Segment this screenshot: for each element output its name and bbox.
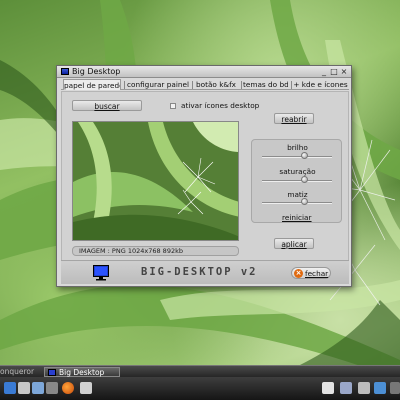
window-footer: BIG-DESKTOP v2 × fechar [61,260,349,284]
saturation-label: saturação [279,167,316,176]
close-button-label: fechar [305,269,329,278]
tab-bar: papel de parede configurar painel botão … [61,79,349,90]
tab-themes[interactable]: temas do bd [243,79,288,90]
network-icon[interactable] [340,382,352,394]
saturation-slider-knob[interactable] [300,176,308,183]
saturation-slider-track[interactable] [262,180,332,182]
close-x-icon: × [294,269,303,278]
image-info-bar: IMAGEM : PNG 1024x768 892kb [72,246,239,256]
tools-icon[interactable] [358,382,370,394]
bottom-panel [0,377,400,400]
tab-kde-icons[interactable]: + kde e ícones [293,79,348,90]
tab-panel-settings[interactable]: configurar painel [126,79,190,90]
hue-slider-track[interactable] [262,202,332,204]
tab-divider [241,81,242,89]
image-adjust-panel: brilho saturação matiz reiniciar [251,139,342,223]
apply-button[interactable]: aplicar [274,238,314,249]
app-icon [48,369,56,376]
home-icon[interactable] [18,382,30,394]
tab-k-button[interactable]: botão k&fx [194,79,238,90]
volume-icon[interactable] [374,382,386,394]
taskbar: onqueror Big Desktop [0,365,400,377]
minimize-icon[interactable]: _ [319,67,329,76]
clock-icon[interactable] [390,382,400,394]
tab-divider [192,81,193,89]
window-title: Big Desktop [72,67,121,76]
close-icon[interactable]: × [339,67,349,76]
tab-divider [124,81,125,89]
wallpaper-preview-image [73,122,238,240]
brightness-label: brilho [287,143,308,152]
brightness-slider-knob[interactable] [300,152,308,159]
hue-slider-knob[interactable] [300,198,308,205]
wallpaper-tab-panel: buscar ativar ícones desktop reabrir IMA… [61,91,349,284]
close-button[interactable]: × fechar [291,267,331,279]
app-icon [61,68,69,75]
brand-logo-text: BIG-DESKTOP v2 [141,266,258,278]
task-konqueror[interactable]: onqueror [0,367,34,377]
image-info-text: IMAGEM : PNG 1024x768 892kb [79,247,183,255]
reopen-button[interactable]: reabrir [274,113,314,124]
tab-divider [291,81,292,89]
task-big-desktop[interactable]: Big Desktop [44,367,120,377]
media-icon[interactable] [80,382,92,394]
kmenu-icon[interactable] [4,382,16,394]
browse-button[interactable]: buscar [72,100,142,111]
brightness-slider-track[interactable] [262,156,332,158]
task-big-desktop-label: Big Desktop [59,368,105,377]
big-desktop-window: Big Desktop _ □ × papel de parede config… [56,65,352,287]
window-titlebar[interactable]: Big Desktop _ □ × [57,66,351,78]
reset-button[interactable]: reiniciar [282,213,312,222]
hue-label: matiz [287,190,308,199]
maximize-icon[interactable]: □ [329,67,339,76]
terminal-icon[interactable] [46,382,58,394]
desktop-icons-label: ativar ícones desktop [181,101,260,110]
wallpaper-preview [72,121,239,241]
monitor-icon [93,265,109,281]
firefox-icon[interactable] [62,382,74,394]
file-manager-icon[interactable] [32,382,44,394]
tab-wallpaper[interactable]: papel de parede [63,79,121,90]
monitor-tray-icon[interactable] [322,382,334,394]
desktop-icons-checkbox[interactable] [170,103,176,109]
